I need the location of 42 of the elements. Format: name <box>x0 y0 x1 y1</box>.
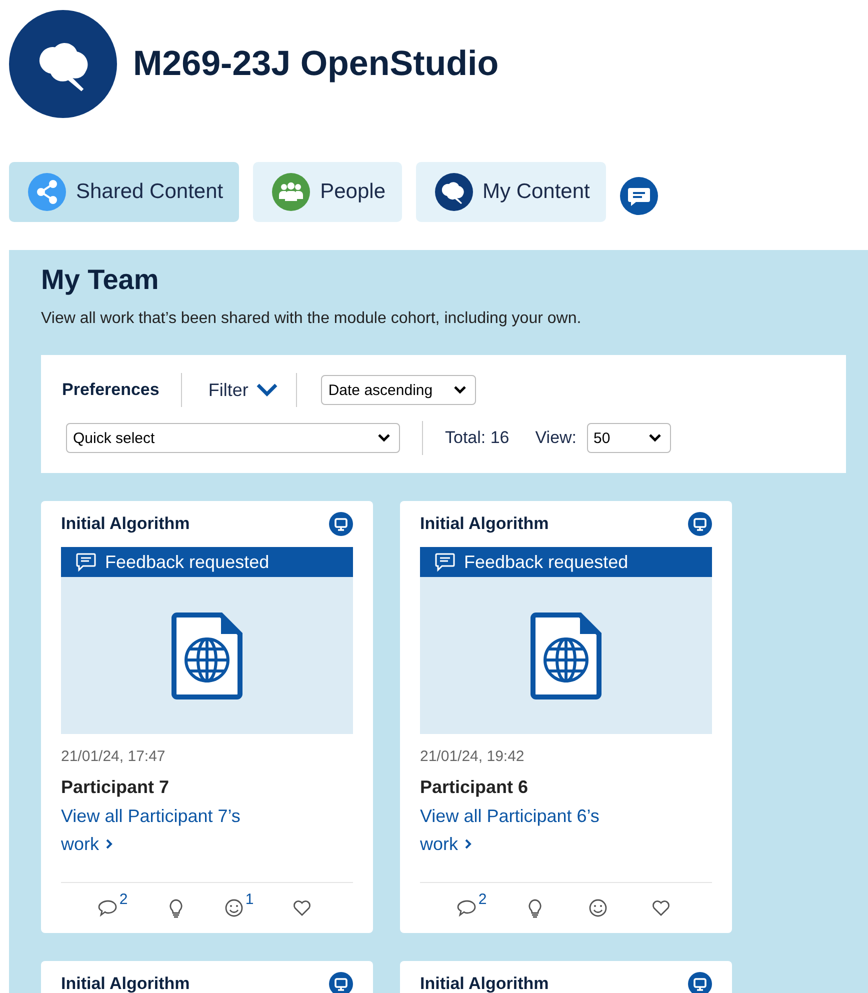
web-document-icon <box>530 612 602 700</box>
sort-dropdown[interactable]: Date ascending <box>321 375 476 405</box>
smiley-icon <box>586 897 608 919</box>
card-title: Initial Algorithm <box>420 514 549 534</box>
total-count: Total: 16 <box>445 428 510 448</box>
section-description: View all work that’s been shared with the module cohort, including your own. <box>41 310 582 328</box>
people-icon <box>272 173 310 211</box>
chevron-right-icon <box>463 838 474 850</box>
view-work-link[interactable]: View all Participant 7’s work <box>61 802 261 858</box>
preferences-label: Preferences <box>62 380 160 400</box>
chevron-down-icon <box>377 433 391 443</box>
banner-text: Feedback requested <box>464 552 628 572</box>
card-title: Initial Algorithm <box>61 514 190 534</box>
view-count-dropdown[interactable]: 50 <box>586 423 671 453</box>
filter-button[interactable]: Filter <box>182 380 296 400</box>
chevron-down-icon <box>648 433 662 443</box>
view-work-link[interactable]: View all Participant 6’s work <box>420 802 620 858</box>
card-title: Initial Algorithm <box>420 974 549 993</box>
card-date: 21/01/24, 17:47 <box>61 748 166 765</box>
author-name: Participant 7 <box>61 777 170 798</box>
author-name: Participant 6 <box>420 777 530 798</box>
banner-text: Feedback requested <box>105 552 270 572</box>
share-icon <box>28 173 66 211</box>
nav-tab[interactable]: My Content <box>416 162 606 222</box>
speech-bubble-icon <box>75 552 97 572</box>
web-document-icon <box>171 612 243 700</box>
nav-tab[interactable]: Shared Content <box>9 162 240 222</box>
card-title: Initial Algorithm <box>61 974 190 993</box>
speech-bubble-icon <box>434 552 456 572</box>
chevron-down-icon <box>256 383 278 397</box>
section-title: My Team <box>41 264 160 296</box>
chevron-down-icon <box>453 385 468 395</box>
monitor-icon <box>329 512 353 536</box>
chevron-right-icon <box>104 838 114 850</box>
app-title: M269-23J OpenStudio <box>133 44 499 84</box>
quick-select-dropdown[interactable]: Quick select <box>66 423 400 453</box>
nav-tab[interactable]: People <box>253 162 402 222</box>
card-date: 21/01/24, 19:42 <box>420 748 526 765</box>
smiley-icon <box>223 897 246 919</box>
chat-icon[interactable] <box>620 177 658 215</box>
view-label: View: <box>535 428 577 448</box>
monitor-icon <box>688 512 712 536</box>
